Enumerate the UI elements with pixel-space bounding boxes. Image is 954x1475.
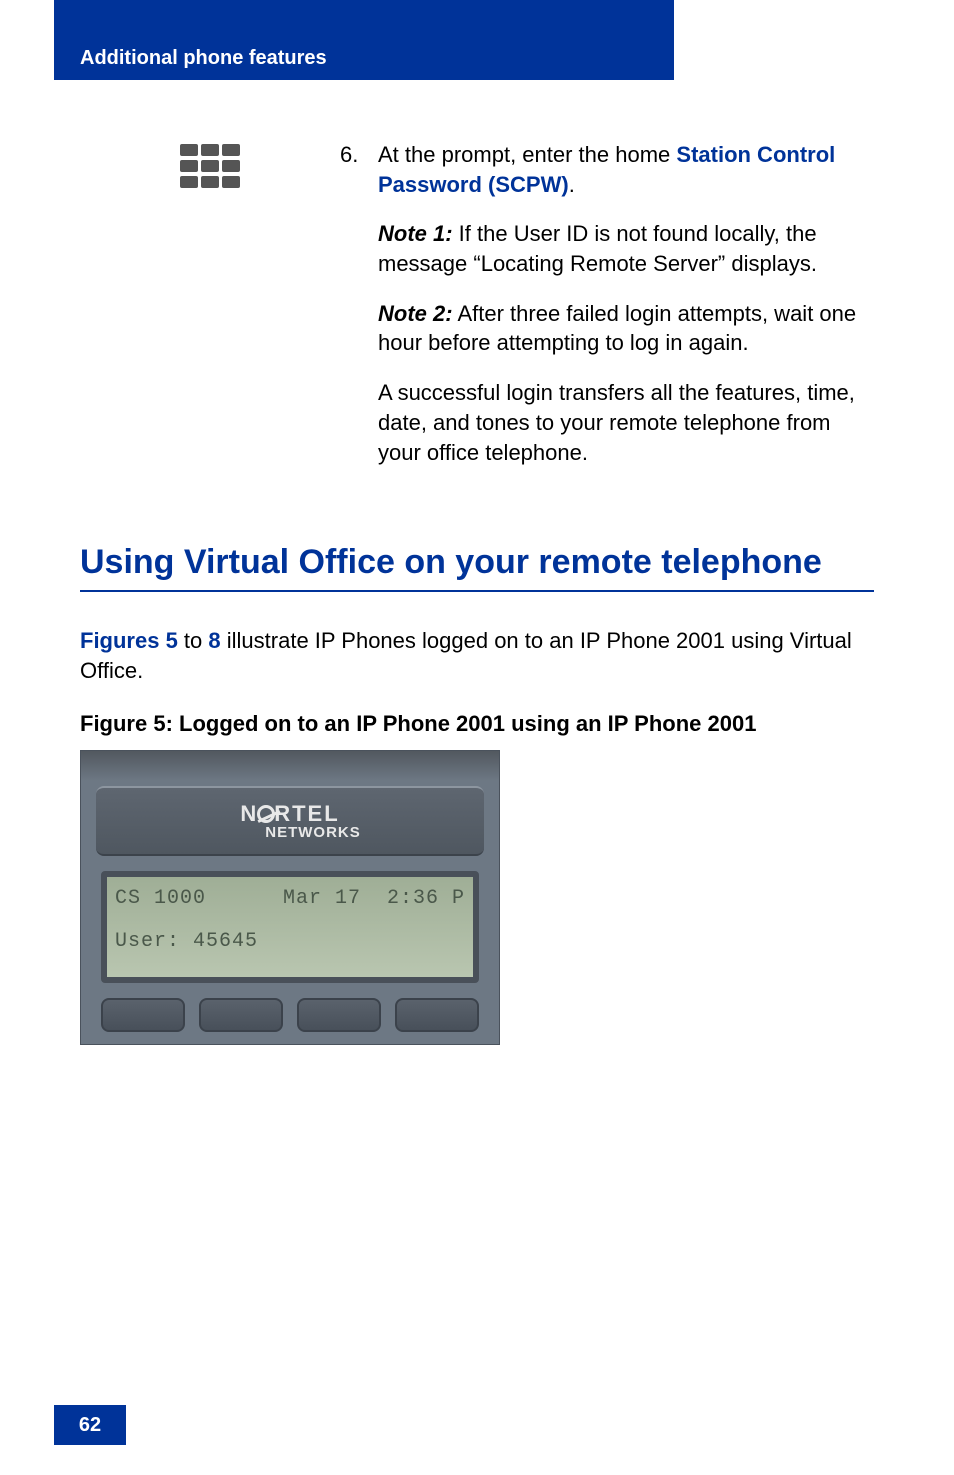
note-1: Note 1: If the User ID is not found loca… — [378, 219, 874, 278]
intro-paragraph: Figures 5 to 8 illustrate IP Phones logg… — [80, 626, 874, 685]
page-header: Additional phone features — [54, 36, 674, 80]
intro-to: to — [178, 628, 209, 653]
softkey-3 — [297, 998, 381, 1032]
logo-pre: N — [240, 801, 258, 826]
note-2: Note 2: After three failed login attempt… — [378, 299, 874, 358]
step-period: . — [569, 172, 575, 197]
screen-system: CS 1000 — [115, 887, 206, 910]
keypad-icon — [180, 144, 240, 188]
step-6-row: 6. At the prompt, enter the home Station… — [80, 140, 874, 487]
phone-logo-band: N RTEL NETWORKS — [96, 786, 484, 856]
note-2-label: Note 2: — [378, 301, 453, 326]
figure-8-link[interactable]: 8 — [208, 628, 220, 653]
page-number-value: 62 — [79, 1414, 101, 1437]
softkey-1 — [101, 998, 185, 1032]
section-heading: Using Virtual Office on your remote tele… — [80, 543, 874, 582]
figure-5-caption: Figure 5: Logged on to an IP Phone 2001 … — [80, 710, 874, 739]
phone-screen: CS 1000 Mar 17 2:36 P User: 45645 — [101, 871, 479, 983]
step-prompt-prefix: At the prompt, enter the home — [378, 142, 676, 167]
phone-softkeys — [101, 998, 479, 1032]
nortel-logo-line1: N RTEL — [219, 802, 361, 825]
top-stripe — [54, 0, 674, 36]
success-text: A successful login transfers all the fea… — [378, 378, 874, 467]
step-instruction: At the prompt, enter the home Station Co… — [378, 140, 874, 199]
figures-5-link[interactable]: Figures 5 — [80, 628, 178, 653]
phone-figure: N RTEL NETWORKS CS 1000 Mar 17 2:36 P Use… — [80, 750, 500, 1045]
section-divider — [80, 590, 874, 592]
page-header-title: Additional phone features — [80, 47, 327, 70]
softkey-2 — [199, 998, 283, 1032]
step-number: 6. — [340, 140, 368, 170]
softkey-4 — [395, 998, 479, 1032]
phone-bevel — [81, 751, 499, 781]
screen-time: 2:36 P — [387, 887, 465, 910]
page-number: 62 — [54, 1405, 126, 1445]
screen-user: User: 45645 — [115, 930, 465, 953]
screen-date: Mar 17 — [283, 887, 361, 910]
nortel-logo-line2: NETWORKS — [265, 825, 361, 841]
note-1-label: Note 1: — [378, 221, 453, 246]
logo-globe-icon — [257, 805, 275, 823]
logo-post: RTEL — [274, 801, 339, 826]
